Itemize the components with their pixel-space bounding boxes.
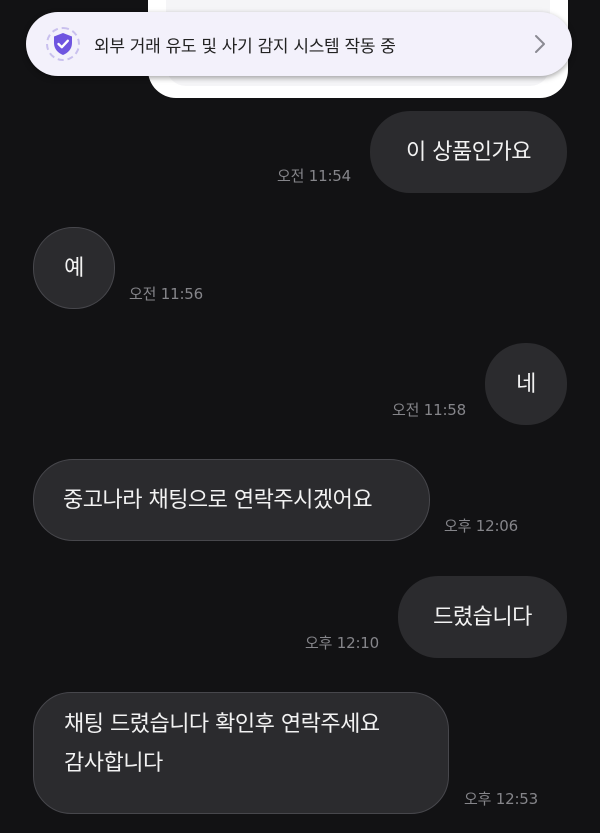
message-timestamp: 오전 11:54 <box>277 167 351 185</box>
outgoing-message-bubble[interactable]: 이 상품인가요 <box>370 111 567 193</box>
outgoing-message-bubble[interactable]: 드렸습니다 <box>398 576 567 658</box>
chevron-right-icon[interactable] <box>530 34 550 54</box>
message-text-line: 감사합니다 <box>64 751 163 776</box>
shield-check-icon <box>46 27 80 61</box>
incoming-message-bubble[interactable]: 중고나라 채팅으로 연락주시겠어요 <box>33 459 430 541</box>
message-text: 드렸습니다 <box>433 604 532 630</box>
message-text: 이 상품인가요 <box>406 139 531 165</box>
incoming-message-bubble[interactable]: 채팅 드렸습니다 확인후 연락주세요 감사합니다 <box>33 692 449 814</box>
message-timestamp: 오후 12:53 <box>464 790 538 808</box>
message-text: 중고나라 채팅으로 연락주시겠어요 <box>63 487 373 513</box>
incoming-message-bubble[interactable]: 예 <box>33 227 115 309</box>
message-text-line: 채팅 드렸습니다 확인후 연락주세요 <box>64 712 380 737</box>
banner-text: 외부 거래 유도 및 사기 감지 시스템 작동 중 <box>94 36 396 57</box>
outgoing-message-bubble[interactable]: 네 <box>485 343 567 425</box>
message-text: 네 <box>516 371 536 397</box>
message-text: 예 <box>64 255 84 281</box>
fraud-detection-banner[interactable]: 외부 거래 유도 및 사기 감지 시스템 작동 중 <box>26 12 572 76</box>
message-timestamp: 오후 12:06 <box>444 517 518 535</box>
message-timestamp: 오후 12:10 <box>305 634 379 652</box>
message-timestamp: 오전 11:58 <box>392 401 466 419</box>
message-timestamp: 오전 11:56 <box>129 285 203 303</box>
